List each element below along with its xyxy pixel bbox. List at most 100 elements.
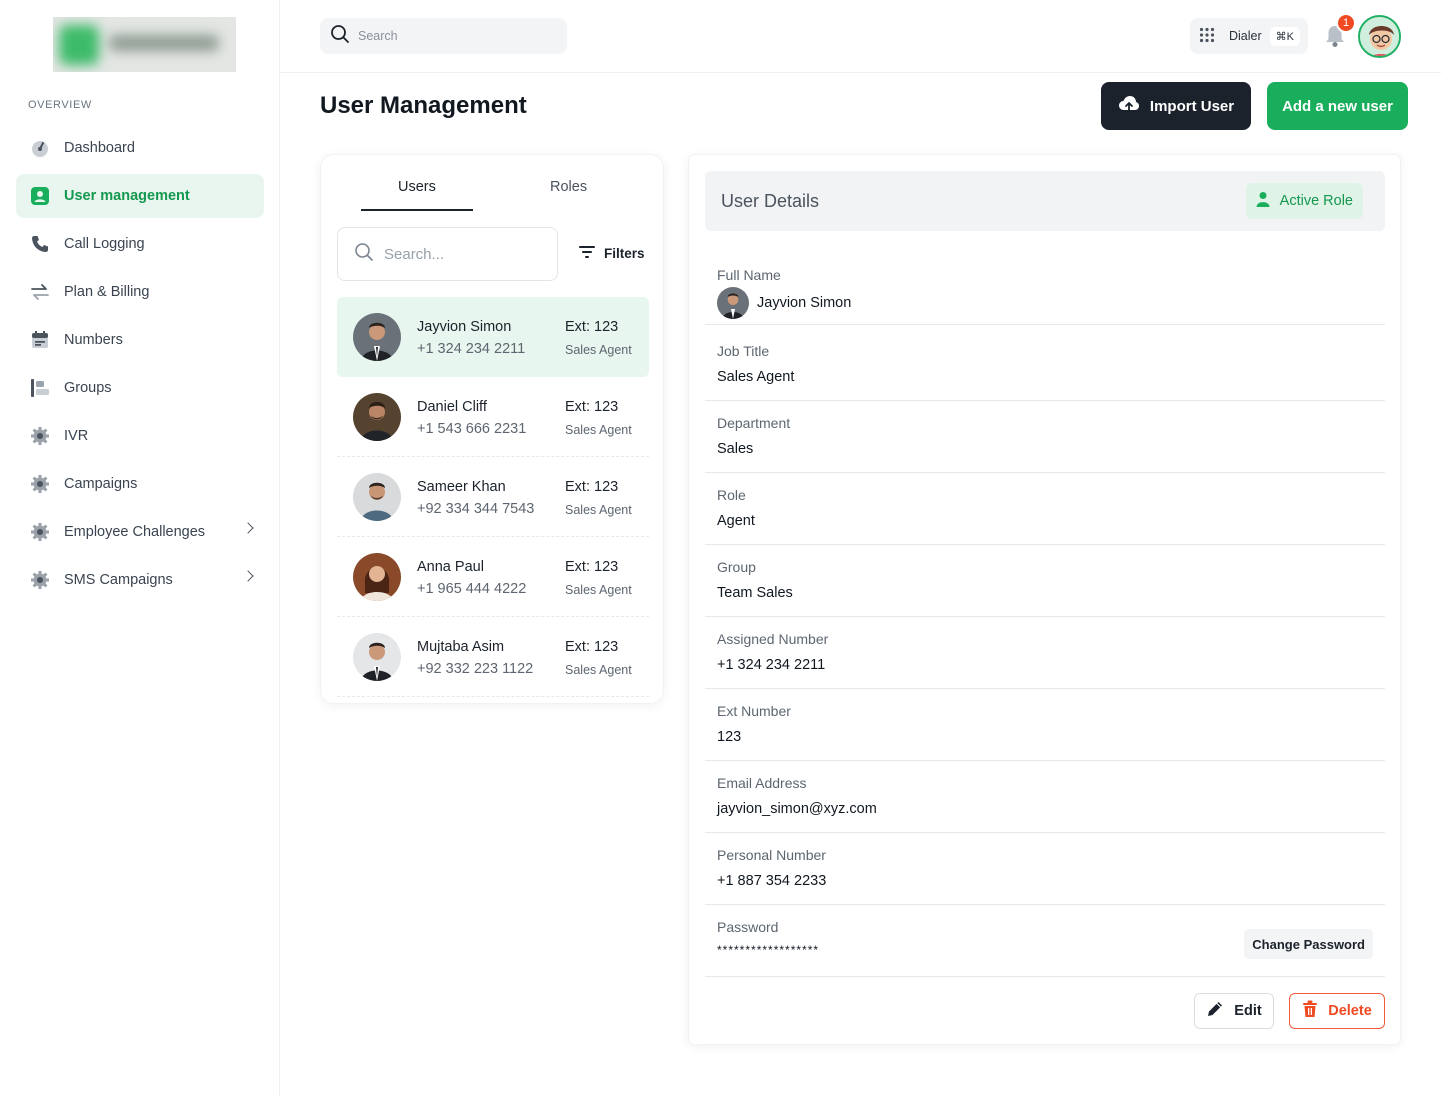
edit-button[interactable]: Edit	[1194, 993, 1274, 1029]
sidebar-item-label: Dashboard	[64, 140, 135, 156]
sidebar-item-call-logging[interactable]: Call Logging	[16, 222, 264, 266]
avatar	[353, 553, 401, 601]
field-value: Agent	[717, 513, 755, 529]
sidebar-item-label: IVR	[64, 428, 89, 444]
sidebar-item-label: Numbers	[64, 332, 123, 348]
user-ext: Ext: 123	[565, 399, 619, 415]
details-header: User Details Active Role	[705, 171, 1385, 231]
user-name: Daniel Cliff	[417, 399, 487, 415]
sidebar-item-sms-campaigns[interactable]: SMS Campaigns	[16, 558, 264, 602]
dialer-button[interactable]: Dialer ⌘K	[1190, 18, 1308, 54]
sidebar-item-label: User management	[64, 188, 190, 204]
field-value: +1 324 234 2211	[717, 657, 826, 673]
sidebar-item-campaigns[interactable]: Campaigns	[16, 462, 264, 506]
user-name: Anna Paul	[417, 559, 484, 575]
global-search[interactable]	[320, 18, 567, 54]
field-role: Role Agent	[705, 473, 1385, 545]
gear-icon	[30, 522, 50, 542]
global-search-input[interactable]	[358, 29, 558, 43]
logo-mark	[59, 25, 99, 65]
filters-button[interactable]: Filters	[579, 245, 645, 262]
groups-icon	[30, 378, 50, 398]
user-search-input[interactable]	[384, 245, 534, 263]
delete-label: Delete	[1328, 1003, 1372, 1019]
user-name: Jayvion Simon	[417, 319, 512, 335]
user-list: Jayvion Simon +1 324 234 2211 Ext: 123 S…	[337, 297, 649, 697]
sidebar-item-label: Campaigns	[64, 476, 138, 492]
field-personal-number: Personal Number +1 887 354 2233	[705, 833, 1385, 905]
user-role: Sales Agent	[565, 423, 632, 437]
field-value: jayvion_simon@xyz.com	[717, 801, 877, 817]
sidebar-item-numbers[interactable]: Numbers	[16, 318, 264, 362]
active-role-badge[interactable]: Active Role	[1245, 183, 1363, 219]
field-label: Personal Number	[717, 847, 826, 863]
field-label: Email Address	[717, 775, 807, 791]
brand-logo[interactable]	[53, 17, 236, 72]
dialer-label: Dialer	[1229, 29, 1262, 43]
list-item[interactable]: Mujtaba Asim +92 332 223 1122 Ext: 123 S…	[337, 617, 649, 697]
list-item[interactable]: Daniel Cliff +1 543 666 2231 Ext: 123 Sa…	[337, 377, 649, 457]
user-search[interactable]	[337, 227, 558, 281]
tab-roles[interactable]: Roles	[550, 179, 587, 195]
change-password-button[interactable]: Change Password	[1244, 929, 1373, 959]
import-user-button[interactable]: Import User	[1101, 82, 1251, 130]
field-label: Full Name	[717, 267, 781, 283]
field-value: Jayvion Simon	[717, 287, 851, 319]
field-label: Job Title	[717, 343, 770, 359]
add-user-button[interactable]: Add a new user	[1267, 82, 1408, 130]
users-panel: Users Roles Filters Jayvion Simon +1 324…	[320, 154, 664, 704]
chevron-right-icon[interactable]	[242, 522, 254, 534]
list-item[interactable]: Anna Paul +1 965 444 4222 Ext: 123 Sales…	[337, 537, 649, 617]
pencil-icon	[1206, 1000, 1224, 1022]
user-role: Sales Agent	[565, 503, 632, 517]
list-item[interactable]: Sameer Khan +92 334 344 7543 Ext: 123 Sa…	[337, 457, 649, 537]
phone-icon	[30, 234, 50, 254]
user-name: Sameer Khan	[417, 479, 506, 495]
chevron-right-icon[interactable]	[242, 570, 254, 582]
gear-icon	[30, 570, 50, 590]
user-phone: +92 332 223 1122	[417, 661, 534, 677]
tab-users[interactable]: Users	[398, 179, 436, 195]
dialer-shortcut: ⌘K	[1269, 26, 1300, 46]
sidebar-item-plan-billing[interactable]: Plan & Billing	[16, 270, 264, 314]
sidebar-item-label: Groups	[64, 380, 112, 396]
field-value: Team Sales	[717, 585, 793, 601]
avatar	[353, 313, 401, 361]
delete-button[interactable]: Delete	[1289, 993, 1385, 1029]
edit-label: Edit	[1234, 1003, 1262, 1019]
field-label: Department	[717, 415, 791, 431]
field-full-name: Full Name Jayvion Simon	[705, 253, 1385, 325]
list-item[interactable]: Jayvion Simon +1 324 234 2211 Ext: 123 S…	[337, 297, 649, 377]
avatar	[353, 393, 401, 441]
cloud-upload-icon	[1118, 95, 1140, 117]
sidebar-section-label: OVERVIEW	[28, 99, 92, 111]
avatar[interactable]	[1358, 15, 1401, 58]
sidebar-item-groups[interactable]: Groups	[16, 366, 264, 410]
field-ext-number: Ext Number 123	[705, 689, 1385, 761]
field-value: Sales Agent	[717, 369, 795, 385]
app-root: OVERVIEW Dashboard User management Call …	[0, 0, 1441, 1096]
gauge-icon	[30, 138, 50, 158]
sidebar-item-employee-challenges[interactable]: Employee Challenges	[16, 510, 264, 554]
active-tab-indicator	[361, 209, 473, 211]
user-icon	[1256, 191, 1270, 211]
field-group: Group Team Sales	[705, 545, 1385, 617]
topbar: Dialer ⌘K 1	[280, 0, 1441, 73]
swap-arrows-icon	[30, 282, 50, 302]
user-phone: +1 324 234 2211	[417, 341, 526, 357]
sidebar-item-user-management[interactable]: User management	[16, 174, 264, 218]
logo-wordmark	[109, 35, 219, 51]
sidebar-nav: Dashboard User management Call Logging P…	[16, 126, 264, 606]
grid-icon	[1199, 27, 1215, 46]
sidebar-item-label: Call Logging	[64, 236, 145, 252]
user-ext: Ext: 123	[565, 319, 619, 335]
sidebar-item-ivr[interactable]: IVR	[16, 414, 264, 458]
sidebar-item-dashboard[interactable]: Dashboard	[16, 126, 264, 170]
gear-icon	[30, 474, 50, 494]
search-icon	[354, 242, 374, 267]
gear-icon	[30, 426, 50, 446]
field-value: 123	[717, 729, 742, 745]
import-user-label: Import User	[1149, 97, 1235, 115]
field-assigned-number: Assigned Number +1 324 234 2211	[705, 617, 1385, 689]
search-icon	[330, 24, 350, 49]
